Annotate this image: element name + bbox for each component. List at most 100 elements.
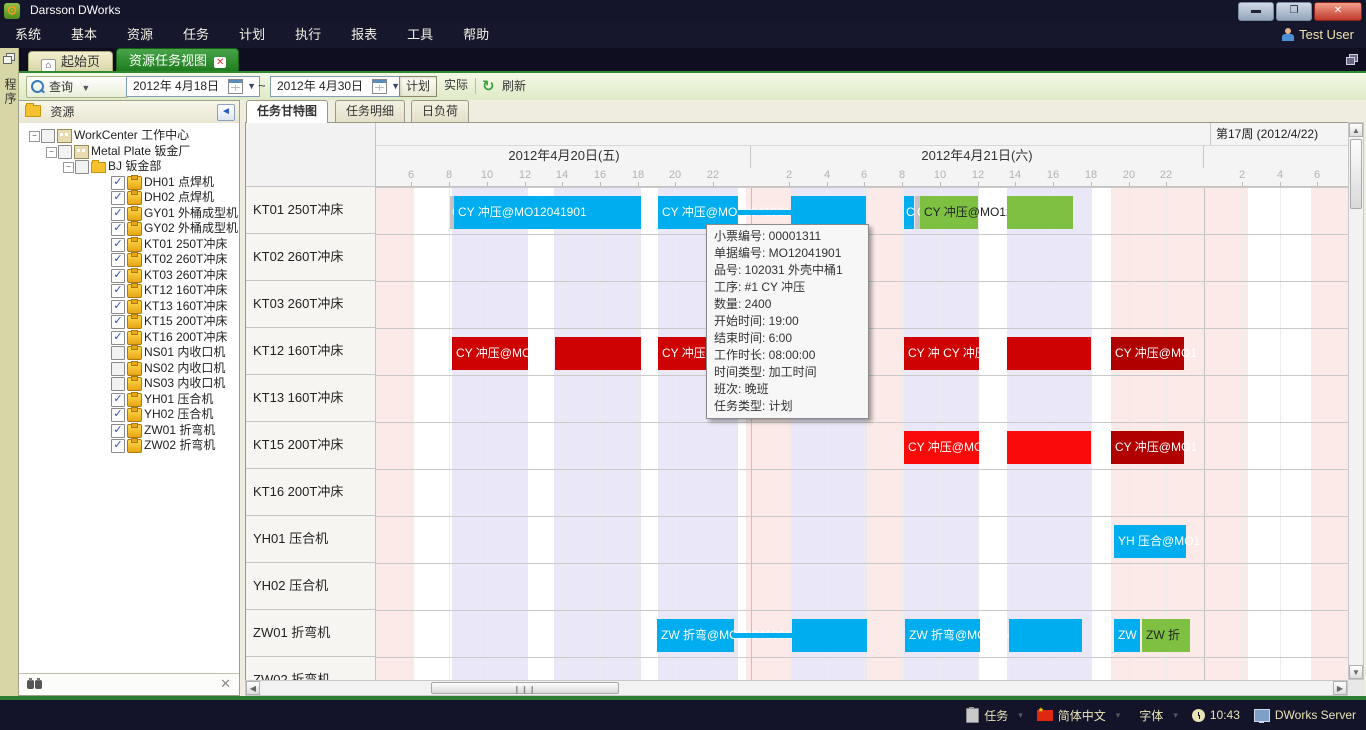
restore-button[interactable]: ❐ xyxy=(1276,2,1312,21)
window-list-icon[interactable] xyxy=(1346,54,1358,64)
menu-item-4[interactable]: 计划 xyxy=(224,22,280,48)
horizontal-scrollbar[interactable]: ◀ ❙❙❙ ▶ xyxy=(245,680,1348,696)
tree-item-BJ[interactable]: −BJ 钣金部 xyxy=(19,159,239,174)
tree-item-KT03[interactable]: ✓KT03 260T冲床 xyxy=(19,268,239,283)
gantt-task-bar[interactable] xyxy=(555,337,641,370)
tree-checkbox[interactable]: ✓ xyxy=(111,284,125,298)
status-item-0[interactable]: 任务▾ xyxy=(966,707,1023,724)
tab-close-icon[interactable]: ✕ xyxy=(214,57,226,68)
menu-item-5[interactable]: 执行 xyxy=(280,22,336,48)
gantt-task-bar[interactable]: ZW 折 xyxy=(1142,619,1190,652)
side-strip-label[interactable]: 程序 xyxy=(2,78,19,106)
view-tab-0[interactable]: 任务甘特图 xyxy=(246,100,328,123)
tree-expander-icon[interactable]: − xyxy=(46,147,57,158)
gantt-task-bar[interactable] xyxy=(1009,619,1082,652)
menu-item-7[interactable]: 工具 xyxy=(392,22,448,48)
tree-checkbox[interactable] xyxy=(111,346,125,360)
date-from-picker[interactable]: 2012年 4月18日 ▼ xyxy=(126,76,260,97)
menu-item-6[interactable]: 报表 xyxy=(336,22,392,48)
tree-item-NS03[interactable]: NS03 内收口机 xyxy=(19,376,239,391)
gantt-task-bar[interactable] xyxy=(1007,431,1091,464)
status-item-2[interactable]: 字体▾ xyxy=(1134,707,1178,724)
gantt-task-bar[interactable]: ZW 折弯@MO12041901 xyxy=(905,619,980,652)
tree-checkbox[interactable]: ✓ xyxy=(111,393,125,407)
plan-toggle-button[interactable]: 计划 xyxy=(399,76,437,97)
status-item-1[interactable]: 简体中文▾ xyxy=(1037,707,1121,724)
tree-item-KT02[interactable]: ✓KT02 260T冲床 xyxy=(19,252,239,267)
tree-checkbox[interactable]: ✓ xyxy=(111,408,125,422)
gantt-task-bar[interactable]: CY 冲压@MO1 xyxy=(1111,337,1184,370)
tab-resource-task-view[interactable]: 资源任务视图✕ xyxy=(116,48,239,72)
gantt-task-bar[interactable]: CY 冲压@MO12041901 xyxy=(454,196,641,229)
date-to-picker[interactable]: 2012年 4月30日 ▼ xyxy=(270,76,404,97)
panels-icon[interactable] xyxy=(3,53,15,63)
tree-item-KT15[interactable]: ✓KT15 200T冲床 xyxy=(19,314,239,329)
tree-item-KT01[interactable]: ✓KT01 250T冲床 xyxy=(19,237,239,252)
tree-item-WorkCenter[interactable]: −WorkCenter 工作中心 xyxy=(19,128,239,143)
tree-item-Metal[interactable]: −Metal Plate 钣金厂 xyxy=(19,144,239,159)
gantt-task-bar[interactable]: CY 冲 CY 冲压@MO12041904 xyxy=(904,337,979,370)
tree-expander-icon[interactable]: − xyxy=(29,131,40,142)
tree-item-ZW01[interactable]: ✓ZW01 折弯机 xyxy=(19,423,239,438)
horizontal-scroll-thumb[interactable]: ❙❙❙ xyxy=(431,682,619,694)
vertical-scrollbar[interactable]: ▲ ▼ xyxy=(1348,122,1364,680)
tree-item-NS01[interactable]: NS01 内收口机 xyxy=(19,345,239,360)
tree-item-KT16[interactable]: ✓KT16 200T冲床 xyxy=(19,330,239,345)
actual-toggle-button[interactable]: 实际 xyxy=(438,76,474,95)
menu-item-0[interactable]: 系统 xyxy=(0,22,56,48)
scroll-left-icon[interactable]: ◀ xyxy=(246,681,260,695)
gantt-task-bar[interactable] xyxy=(1007,196,1073,229)
menu-item-2[interactable]: 资源 xyxy=(112,22,168,48)
find-icon[interactable] xyxy=(27,680,34,689)
tree-checkbox[interactable]: ✓ xyxy=(111,222,125,236)
refresh-button[interactable]: ↻ 刷新 xyxy=(482,76,526,96)
scroll-right-icon[interactable]: ▶ xyxy=(1333,681,1347,695)
view-tab-1[interactable]: 任务明细 xyxy=(335,100,405,122)
gantt-task-bar[interactable]: ZW 折弯@MO12041901 xyxy=(657,619,734,652)
gantt-task-connector[interactable] xyxy=(734,633,792,638)
vertical-scroll-thumb[interactable] xyxy=(1350,139,1362,209)
tree-checkbox[interactable] xyxy=(58,145,72,159)
tree-checkbox[interactable]: ✓ xyxy=(111,253,125,267)
tree-item-DH02[interactable]: ✓DH02 点焊机 xyxy=(19,190,239,205)
tree-checkbox[interactable]: ✓ xyxy=(111,424,125,438)
tree-item-GY01[interactable]: ✓GY01 外桶成型机 xyxy=(19,206,239,221)
gantt-task-bar[interactable]: CY 冲压@MO12041902 xyxy=(920,196,978,229)
scroll-down-icon[interactable]: ▼ xyxy=(1349,665,1363,679)
tree-item-KT13[interactable]: ✓KT13 160T冲床 xyxy=(19,299,239,314)
view-tab-2[interactable]: 日负荷 xyxy=(411,100,469,122)
tree-checkbox[interactable] xyxy=(111,377,125,391)
gantt-task-bar[interactable]: ZW xyxy=(1114,619,1140,652)
tab-home[interactable]: ⌂起始页 xyxy=(28,51,113,72)
tree-item-KT12[interactable]: ✓KT12 160T冲床 xyxy=(19,283,239,298)
minimize-button[interactable]: ▬ xyxy=(1238,2,1274,21)
menu-item-3[interactable]: 任务 xyxy=(168,22,224,48)
gantt-task-bar[interactable]: YH 压合@MO1 xyxy=(1114,525,1186,558)
status-item-4[interactable]: DWorks Server xyxy=(1254,708,1356,722)
tree-checkbox[interactable]: ✓ xyxy=(111,269,125,283)
collapse-panel-button[interactable]: ◄ xyxy=(217,104,235,121)
tree-checkbox[interactable]: ✓ xyxy=(111,238,125,252)
user-badge[interactable]: Test User xyxy=(1282,22,1354,48)
gantt-task-bar[interactable]: CY 冲压@MO12041904 xyxy=(452,337,528,370)
tree-expander-icon[interactable]: − xyxy=(63,162,74,173)
clear-filter-icon[interactable]: ✕ xyxy=(220,676,231,692)
tree-checkbox[interactable] xyxy=(41,129,55,143)
tree-checkbox[interactable]: ✓ xyxy=(111,315,125,329)
tree-item-ZW02[interactable]: ✓ZW02 折弯机 xyxy=(19,438,239,453)
gantt-task-connector[interactable] xyxy=(738,210,791,215)
date-from-caret-icon[interactable]: ▼ xyxy=(247,77,256,96)
tree-item-YH01[interactable]: ✓YH01 压合机 xyxy=(19,392,239,407)
gantt-task-bar[interactable]: CY 冲压@MO1 xyxy=(1111,431,1184,464)
menu-item-1[interactable]: 基本 xyxy=(56,22,112,48)
tree-checkbox[interactable] xyxy=(75,160,89,174)
close-button[interactable]: ✕ xyxy=(1314,2,1362,21)
gantt-task-bar[interactable] xyxy=(1007,337,1091,370)
scroll-up-icon[interactable]: ▲ xyxy=(1349,123,1363,137)
tree-checkbox[interactable]: ✓ xyxy=(111,300,125,314)
tree-checkbox[interactable] xyxy=(111,362,125,376)
query-button[interactable]: 查询 ▼ xyxy=(26,76,128,98)
menu-item-8[interactable]: 帮助 xyxy=(448,22,504,48)
tree-checkbox[interactable]: ✓ xyxy=(111,207,125,221)
tree-checkbox[interactable]: ✓ xyxy=(111,191,125,205)
